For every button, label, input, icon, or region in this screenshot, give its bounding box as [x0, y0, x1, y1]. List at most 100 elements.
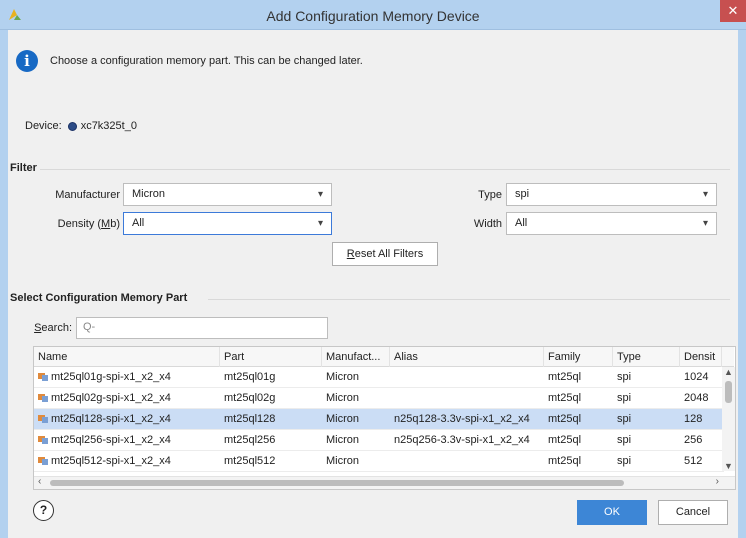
select-part-separator — [208, 299, 730, 300]
table-row[interactable]: mt25ql512-spi-x1_x2_x4 mt25ql512 Micron … — [34, 451, 724, 472]
search-label: Search: — [34, 322, 72, 334]
density-select[interactable]: All ▾ — [123, 212, 332, 235]
vertical-scroll-thumb[interactable] — [725, 381, 732, 403]
manufacturer-label: Manufacturer — [55, 189, 120, 201]
cell-name: mt25ql02g-spi-x1_x2_x4 — [34, 388, 220, 409]
device-value: xc7k325t_0 — [80, 120, 137, 132]
chevron-down-icon: ▾ — [317, 218, 323, 229]
cell-manufacturer: Micron — [326, 413, 360, 425]
cell-alias — [390, 388, 544, 409]
info-row: i Choose a configuration memory part. Th… — [16, 50, 363, 72]
table-header: Name Part Manufact... Alias Family Type … — [34, 347, 734, 367]
cell-alias — [390, 367, 544, 388]
scroll-right-icon[interactable]: › — [716, 476, 719, 487]
width-label: Width — [473, 218, 502, 230]
horizontal-scroll-thumb[interactable] — [50, 480, 624, 486]
cell-density: 2048 — [684, 392, 709, 404]
filter-section-title: Filter — [10, 162, 37, 174]
reset-filters-button[interactable]: Reset All Filters — [332, 242, 438, 266]
column-header-family[interactable]: Family — [544, 347, 613, 367]
cancel-button[interactable]: Cancel — [658, 500, 728, 525]
cell-type: spi — [617, 434, 632, 446]
cell-type: spi — [617, 371, 632, 383]
table-row-selected[interactable]: mt25ql128-spi-x1_x2_x4 mt25ql128 Micron … — [34, 409, 724, 430]
cell-name: mt25ql256-spi-x1_x2_x4 — [34, 430, 220, 451]
density-value: All — [132, 217, 145, 229]
cell-type: spi — [617, 455, 632, 467]
dialog-body: i Choose a configuration memory part. Th… — [8, 30, 738, 538]
column-header-type[interactable]: Type — [613, 347, 680, 367]
chevron-down-icon: ▾ — [317, 189, 323, 200]
cell-density: 1024 — [684, 371, 709, 383]
info-text: Choose a configuration memory part. This… — [50, 55, 363, 67]
device-label: Device: — [25, 120, 62, 132]
cell-name: mt25ql512-spi-x1_x2_x4 — [34, 451, 220, 472]
column-header-name[interactable]: Name — [34, 347, 220, 367]
cell-family: mt25ql — [548, 413, 582, 425]
cell-family: mt25ql — [548, 392, 582, 404]
cell-family: mt25ql — [548, 371, 582, 383]
search-icon: Q- — [83, 321, 96, 333]
select-part-section-title: Select Configuration Memory Part — [10, 292, 188, 304]
table-row[interactable]: mt25ql02g-spi-x1_x2_x4 mt25ql02g Micron … — [34, 388, 724, 409]
cell-density: 256 — [684, 434, 703, 446]
type-value: spi — [515, 188, 530, 200]
chip-icon — [67, 121, 77, 131]
scroll-up-icon[interactable]: ▲ — [724, 367, 733, 377]
cell-part: mt25ql512 — [224, 455, 276, 467]
cell-type: spi — [617, 392, 632, 404]
cell-manufacturer: Micron — [326, 434, 360, 446]
column-header-alias[interactable]: Alias — [390, 347, 544, 367]
cell-alias: n25q128-3.3v-spi-x1_x2_x4 — [394, 413, 530, 425]
column-header-manufacturer[interactable]: Manufact... — [322, 347, 390, 367]
window-frame-left — [0, 30, 8, 538]
type-select[interactable]: spi ▾ — [506, 183, 717, 206]
cell-manufacturer: Micron — [326, 392, 360, 404]
cell-alias — [390, 451, 544, 472]
type-label: Type — [478, 189, 502, 201]
cell-family: mt25ql — [548, 434, 582, 446]
width-value: All — [515, 217, 528, 229]
cell-part: mt25ql02g — [224, 392, 276, 404]
manufacturer-value: Micron — [132, 188, 166, 200]
memory-part-icon — [38, 457, 48, 465]
scroll-left-icon[interactable]: ‹ — [38, 476, 41, 487]
width-select[interactable]: All ▾ — [506, 212, 717, 235]
column-header-part[interactable]: Part — [220, 347, 322, 367]
cell-density: 512 — [684, 455, 703, 467]
window-title: Add Configuration Memory Device — [266, 8, 480, 24]
cell-density: 128 — [684, 413, 703, 425]
manufacturer-select[interactable]: Micron ▾ — [123, 183, 332, 206]
cell-part: mt25ql128 — [224, 413, 276, 425]
ok-button[interactable]: OK — [577, 500, 647, 525]
filter-separator — [40, 169, 730, 170]
window-frame-right — [738, 30, 746, 538]
cell-type: spi — [617, 413, 632, 425]
chevron-down-icon: ▾ — [702, 218, 708, 229]
search-input[interactable]: Q- — [76, 317, 328, 339]
chevron-down-icon: ▾ — [702, 189, 708, 200]
horizontal-scrollbar[interactable]: ‹ › — [34, 476, 735, 489]
cell-manufacturer: Micron — [326, 455, 360, 467]
parts-table: Name Part Manufact... Alias Family Type … — [33, 346, 736, 490]
help-button[interactable]: ? — [33, 500, 54, 521]
close-button[interactable]: ✕ — [720, 0, 746, 22]
device-row: Device: xc7k325t_0 — [25, 120, 137, 132]
title-bar: Add Configuration Memory Device ✕ — [0, 0, 746, 30]
scroll-down-icon[interactable]: ▼ — [724, 461, 733, 471]
cell-manufacturer: Micron — [326, 371, 360, 383]
table-row[interactable]: mt25ql01g-spi-x1_x2_x4 mt25ql01g Micron … — [34, 367, 724, 388]
cell-name: mt25ql01g-spi-x1_x2_x4 — [34, 367, 220, 388]
memory-part-icon — [38, 394, 48, 402]
table-row[interactable]: mt25ql256-spi-x1_x2_x4 mt25ql256 Micron … — [34, 430, 724, 451]
cell-name: mt25ql128-spi-x1_x2_x4 — [34, 409, 220, 430]
cell-part: mt25ql01g — [224, 371, 276, 383]
memory-part-icon — [38, 373, 48, 381]
density-label: Density (Mb) — [57, 218, 120, 230]
info-icon: i — [16, 50, 38, 72]
vertical-scrollbar[interactable]: ▲ ▼ — [722, 367, 735, 471]
cell-part: mt25ql256 — [224, 434, 276, 446]
cell-family: mt25ql — [548, 455, 582, 467]
memory-part-icon — [38, 436, 48, 444]
column-header-density[interactable]: Densit — [680, 347, 722, 367]
